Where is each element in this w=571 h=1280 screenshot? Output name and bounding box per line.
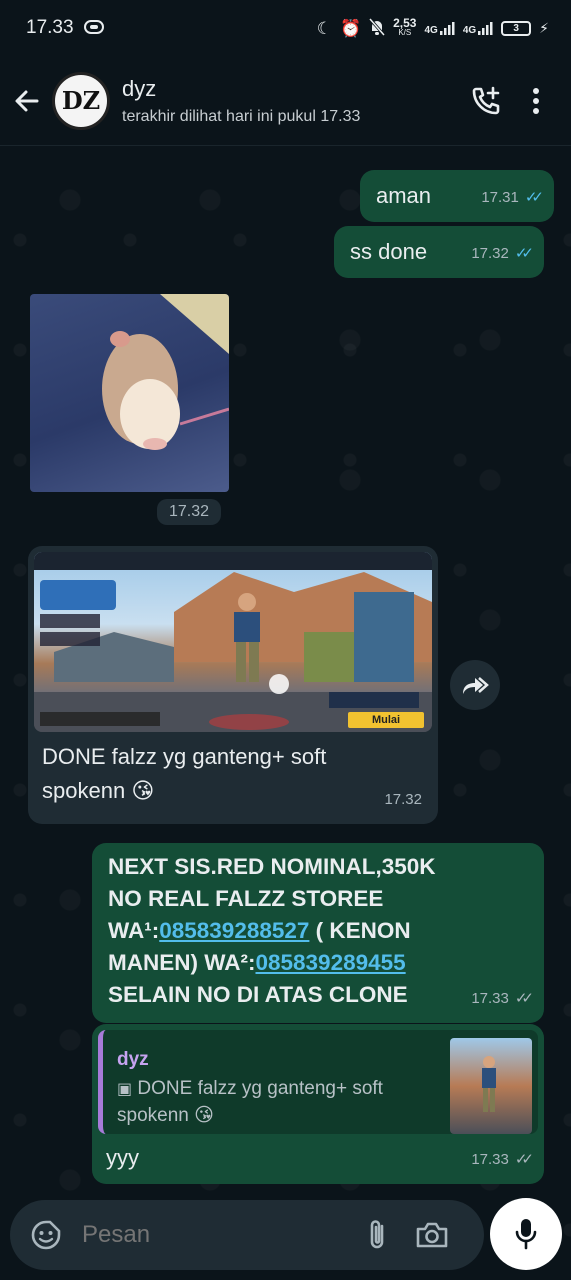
add-call-button[interactable]: [461, 76, 511, 126]
net-speed-value: 2,53: [393, 16, 417, 30]
paperclip-icon: [370, 1220, 384, 1249]
image-message[interactable]: [30, 294, 229, 492]
contact-info[interactable]: dyz terakhir dilihat hari ini pukul 17.3…: [122, 76, 461, 126]
contact-name: dyz: [122, 75, 157, 101]
message-text: ss done: [350, 239, 428, 264]
kiss-emoji: 😘: [194, 1105, 214, 1126]
quoted-text-line-1: DONE falzz yg ganteng+ soft: [137, 1078, 383, 1099]
signal-icon: [439, 22, 455, 35]
camera-button[interactable]: [402, 1205, 462, 1265]
forward-icon: [463, 677, 489, 694]
image-caption-message[interactable]: Mulai DONE falzz yg ganteng+ soft spoken…: [28, 546, 438, 824]
message-time: 17.32: [169, 503, 210, 520]
message-time: 17.32: [384, 791, 422, 808]
message-time: 17.32: [471, 245, 509, 262]
signal-icon: [478, 22, 493, 35]
emoji-icon: [31, 1220, 61, 1250]
moon-icon: ☾: [316, 18, 332, 38]
double-check-icon: ✓✓: [524, 189, 544, 206]
start-game-label: Mulai: [371, 714, 401, 726]
alarm-icon: ⏰: [339, 18, 362, 38]
message-meta: 17.33 ✓✓: [471, 983, 534, 1015]
quoted-sender: dyz: [117, 1049, 149, 1070]
phone-link-2[interactable]: 085839289455: [255, 950, 405, 975]
message-bubble[interactable]: ss done 17.32 ✓✓: [334, 226, 544, 278]
hamster-image: [102, 294, 229, 450]
message-input[interactable]: [82, 1221, 352, 1249]
charging-icon: ⚡: [539, 20, 549, 36]
message-meta: 17.33 ✓✓: [471, 1144, 534, 1176]
composer-bar: [10, 1200, 484, 1270]
attach-button[interactable]: [352, 1205, 402, 1265]
message-line: WA¹:085839288527 ( KENON: [108, 915, 528, 947]
mic-icon: [515, 1219, 537, 1250]
image-icon: ▣: [117, 1081, 133, 1098]
arrow-left-icon: [15, 90, 39, 111]
game-scene: [34, 552, 432, 732]
caption-line-2-wrap: spokenn 😘: [42, 774, 424, 808]
phone-plus-icon: [472, 86, 500, 114]
game-screenshot-image[interactable]: Mulai: [34, 552, 432, 732]
message-line: NEXT SIS.RED NOMINAL,350K: [108, 854, 436, 879]
quoted-line-1: ▣ DONE falzz yg ganteng+ soft: [117, 1076, 437, 1103]
forward-button[interactable]: [450, 660, 500, 710]
net-speed-unit: K/S: [398, 28, 412, 37]
network-2: 4G: [463, 20, 493, 36]
quoted-message[interactable]: dyz ▣ DONE falzz yg ganteng+ soft spoken…: [98, 1030, 538, 1134]
camera-icon: [416, 1222, 448, 1248]
more-vertical-icon: [533, 87, 539, 114]
status-bar: 17.33 ☾ ⏰ 2,53 K/S 4G 4G 3 ⚡: [0, 0, 571, 56]
wa2-label: MANEN) WA²:: [108, 950, 256, 975]
chat-header: DZ dyz terakhir dilihat hari ini pukul 1…: [0, 56, 571, 146]
double-check-icon: ✓✓: [514, 1151, 534, 1168]
quoted-line-2: spokenn 😘: [117, 1103, 437, 1129]
message-time: 17.31: [481, 189, 519, 206]
reply-message[interactable]: dyz ▣ DONE falzz yg ganteng+ soft spoken…: [92, 1024, 544, 1184]
network-1: 4G: [424, 20, 455, 36]
net-speed: 2,53 K/S: [393, 16, 417, 38]
network-1-label: 4G: [424, 25, 438, 36]
voice-record-button[interactable]: [490, 1198, 562, 1270]
battery-level: 3: [513, 22, 519, 34]
quoted-text: ▣ DONE falzz yg ganteng+ soft spokenn 😘: [117, 1076, 437, 1129]
battery-icon: 3: [501, 20, 532, 36]
status-time: 17.33: [26, 17, 74, 38]
kiss-emoji: 😘: [131, 778, 155, 803]
message-meta: 17.32 ✓✓: [471, 238, 534, 270]
last-seen: terakhir dilihat hari ini pukul 17.33: [122, 107, 361, 125]
avatar-text: DZ: [61, 86, 101, 115]
avatar[interactable]: DZ: [52, 71, 110, 130]
message-text: ( KENON: [309, 918, 411, 943]
message-time: 17.33: [471, 990, 509, 1007]
message-line: NO REAL FALZZ STOREE: [108, 886, 384, 911]
cast-icon: [83, 19, 104, 37]
wa1-label: WA¹:: [108, 918, 160, 943]
image-time-pill: 17.32: [157, 499, 222, 525]
message-line: SELAIN NO DI ATAS CLONE: [108, 982, 408, 1007]
double-check-icon: ✓✓: [514, 990, 534, 1007]
image-caption: DONE falzz yg ganteng+ soft spokenn 😘: [34, 732, 432, 808]
back-button[interactable]: [6, 76, 48, 126]
quoted-text-line-2: spokenn: [117, 1105, 189, 1126]
caption-line-2: spokenn: [42, 778, 126, 803]
message-bubble[interactable]: aman 17.31 ✓✓: [360, 170, 554, 222]
message-time: 17.33: [471, 1151, 509, 1168]
menu-button[interactable]: [511, 76, 561, 126]
message-meta: 17.31 ✓✓: [481, 182, 544, 214]
phone-link-1[interactable]: 085839288527: [159, 918, 309, 943]
message-line: MANEN) WA²:085839289455: [108, 947, 528, 979]
quoted-thumbnail: [450, 1038, 532, 1134]
start-game-button: Mulai: [348, 712, 424, 728]
message-bubble[interactable]: NEXT SIS.RED NOMINAL,350K NO REAL FALZZ …: [92, 843, 544, 1023]
message-text: aman: [376, 183, 432, 208]
double-check-icon: ✓✓: [514, 245, 534, 262]
network-2-label: 4G: [462, 25, 477, 36]
emoji-button[interactable]: [16, 1205, 76, 1265]
mute-bell-icon: [368, 17, 386, 39]
caption-line-1: DONE falzz yg ganteng+ soft: [42, 744, 327, 769]
message-meta: 17.32: [384, 784, 422, 816]
